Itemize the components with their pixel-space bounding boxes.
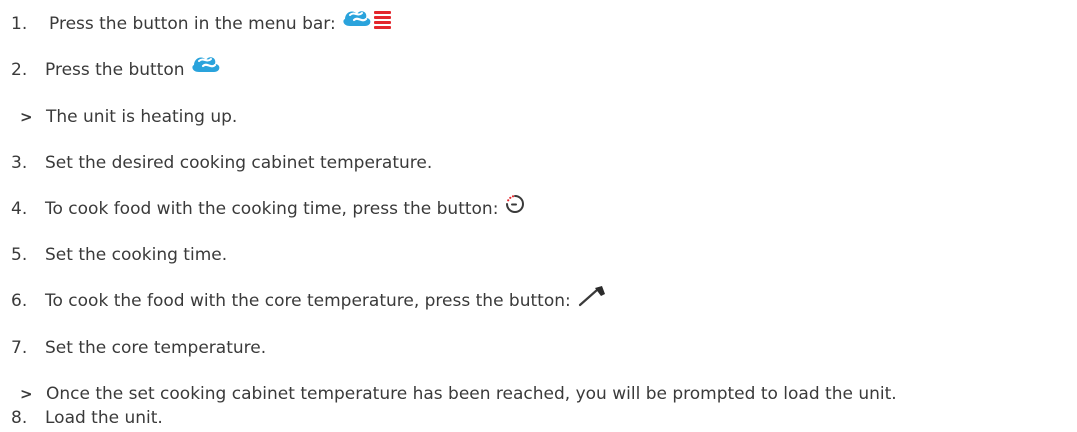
- core-probe-icon: [577, 285, 607, 316]
- step-text: Press the button in the menu bar:: [49, 14, 336, 34]
- step-text: Set the cooking time.: [45, 245, 228, 265]
- step-8: 8. Load the unit.: [0, 404, 163, 432]
- result-text: The unit is heating up.: [46, 107, 238, 127]
- step-text: Press the button: [45, 60, 185, 80]
- step-number: 2.: [11, 60, 28, 80]
- steam-heat-icon: [342, 8, 394, 39]
- step-text: To cook the food with the core temperatu…: [45, 291, 571, 311]
- steam-icon: [191, 54, 223, 85]
- step-number: 5.: [11, 245, 28, 265]
- step-number: 4.: [11, 199, 28, 219]
- step-number: 7.: [11, 338, 28, 358]
- result-text: Once the set cooking cabinet temperature…: [46, 384, 897, 404]
- step-6: 6. To cook the food with the core temper…: [0, 285, 607, 316]
- step-1: 1. Press the button in the menu bar:: [0, 10, 394, 38]
- step-5: 5. Set the cooking time.: [0, 241, 227, 269]
- result-1: > The unit is heating up.: [0, 103, 237, 131]
- step-text: To cook food with the cooking time, pres…: [45, 199, 499, 219]
- result-marker: >: [20, 108, 33, 126]
- step-number: 6.: [11, 291, 28, 311]
- step-text: Set the core temperature.: [45, 338, 267, 358]
- step-text: Load the unit.: [45, 408, 163, 428]
- step-number: 1.: [11, 14, 28, 34]
- step-text: Set the desired cooking cabinet temperat…: [45, 153, 433, 173]
- step-2: 2. Press the button: [0, 56, 223, 84]
- step-3: 3. Set the desired cooking cabinet tempe…: [0, 149, 432, 177]
- step-7: 7. Set the core temperature.: [0, 334, 266, 362]
- step-4: 4. To cook food with the cooking time, p…: [0, 193, 526, 224]
- instruction-list: 1. Press the button in the menu bar: 2. …: [0, 0, 1077, 432]
- step-number: 8.: [11, 408, 28, 428]
- step-number: 3.: [11, 153, 28, 173]
- timer-icon: [504, 193, 526, 224]
